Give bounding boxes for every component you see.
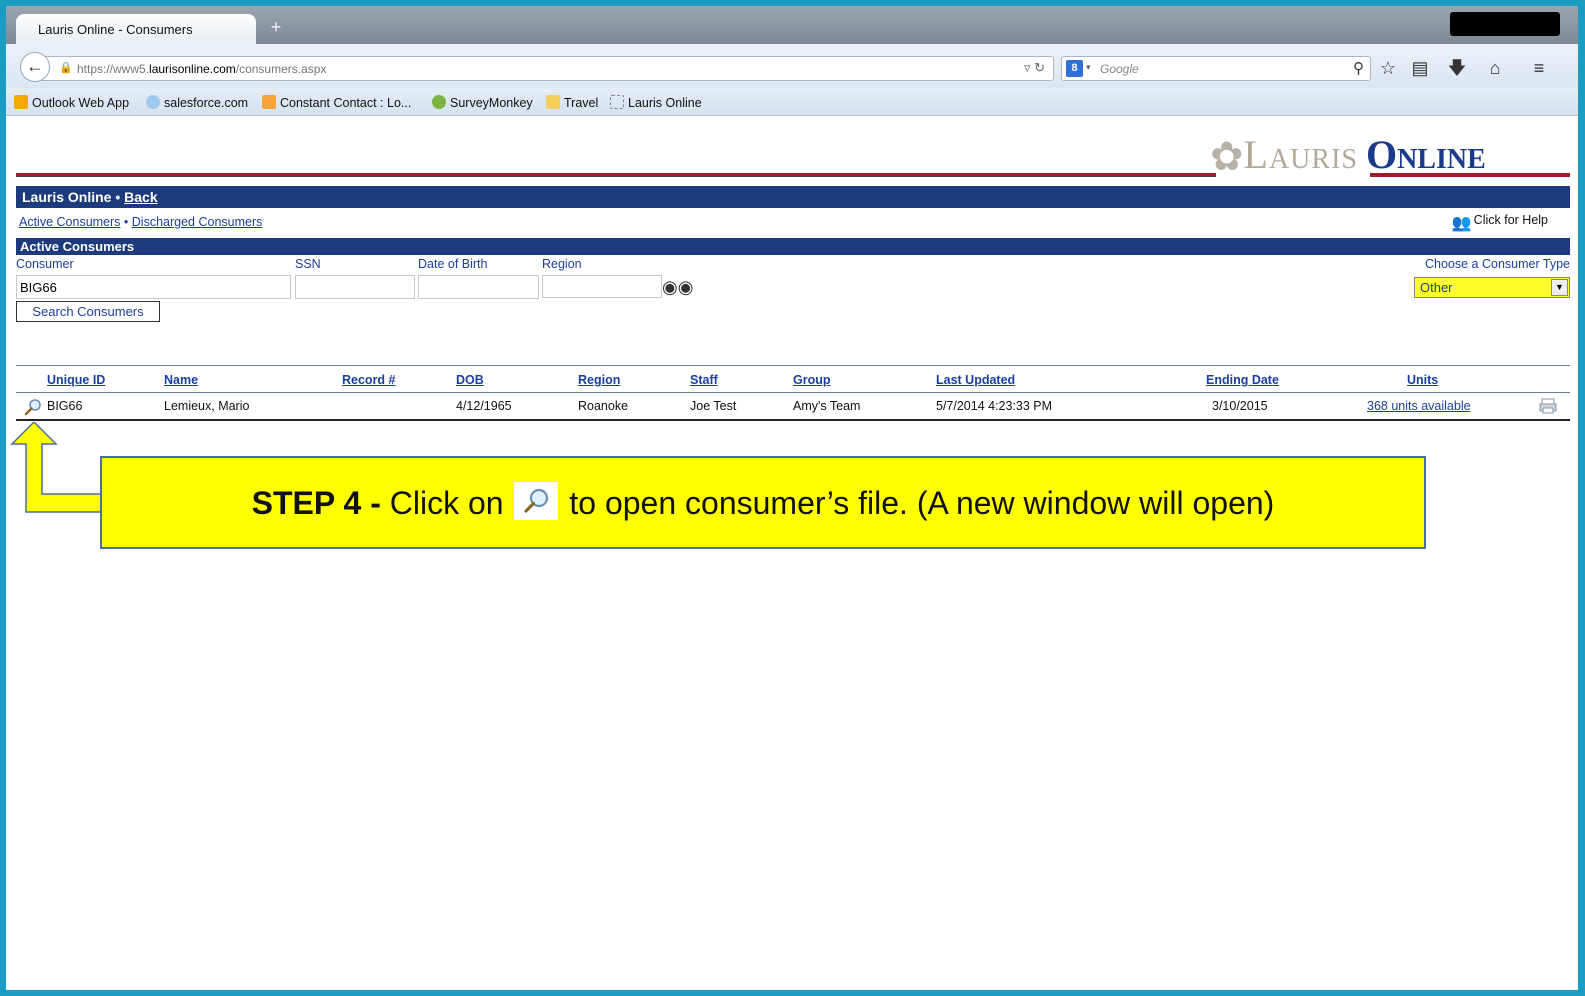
col-record[interactable]: Record # bbox=[342, 373, 396, 387]
bookmark-constant-contact[interactable]: Constant Contact : Lo... bbox=[262, 95, 411, 110]
chevron-down-icon[interactable]: ▾ bbox=[1086, 62, 1091, 73]
url-bar[interactable]: 🔒 https://www5.laurisonline.com/consumer… bbox=[40, 56, 1054, 81]
consumer-subnav: Active Consumers • Discharged Consumers bbox=[19, 215, 263, 229]
col-name[interactable]: Name bbox=[164, 373, 198, 387]
table-row-rule bbox=[16, 392, 1570, 393]
col-units[interactable]: Units bbox=[1407, 373, 1438, 387]
dob-label: Date of Birth bbox=[418, 257, 488, 271]
cell-last-updated: 5/7/2014 4:23:33 PM bbox=[936, 399, 1053, 413]
col-ending-date[interactable]: Ending Date bbox=[1206, 373, 1279, 387]
url-path: /consumers.aspx bbox=[235, 62, 327, 76]
bookmark-salesforce[interactable]: salesforce.com bbox=[146, 95, 248, 110]
surveymonkey-icon bbox=[432, 95, 446, 109]
table-header-rule bbox=[16, 365, 1570, 366]
cell-unique-id: BIG66 bbox=[47, 399, 83, 413]
bookmarks-toolbar: Outlook Web App salesforce.com Constant … bbox=[6, 88, 1578, 116]
menu-icon[interactable]: ≡ bbox=[1526, 55, 1552, 81]
page-content: ✿Lauris Online Lauris Online • Back Activ… bbox=[6, 117, 1578, 990]
redacted-area bbox=[1450, 12, 1560, 36]
constant-contact-icon bbox=[262, 95, 276, 109]
browser-tab-title: Lauris Online - Consumers bbox=[38, 22, 193, 37]
consumer-input[interactable]: BIG66 bbox=[16, 275, 291, 299]
instruction-callout: STEP 4 - Click on to open consumer’s fil… bbox=[100, 456, 1426, 549]
help-people-icon: 👥 bbox=[1451, 215, 1472, 232]
active-consumers-link[interactable]: Active Consumers bbox=[19, 215, 120, 229]
lock-icon: 🔒 bbox=[59, 62, 73, 74]
section-title: Active Consumers bbox=[16, 238, 1570, 255]
browser-tab[interactable]: Lauris Online - Consumers bbox=[16, 14, 256, 44]
consumer-label: Consumer bbox=[16, 257, 74, 271]
search-icon[interactable]: ⚲ bbox=[1353, 59, 1364, 77]
cell-group: Amy's Team bbox=[793, 399, 861, 413]
col-dob[interactable]: DOB bbox=[456, 373, 484, 387]
google-icon: 8 bbox=[1066, 60, 1083, 77]
help-button[interactable]: 👥 Click for Help bbox=[1451, 213, 1548, 232]
folder-icon bbox=[546, 95, 560, 109]
page-icon bbox=[610, 95, 624, 109]
col-region[interactable]: Region bbox=[578, 373, 620, 387]
star-icon[interactable]: ☆ bbox=[1375, 55, 1401, 81]
callout-arrow-icon bbox=[10, 422, 103, 513]
home-icon[interactable]: ⌂ bbox=[1482, 55, 1508, 81]
cell-dob: 4/12/1965 bbox=[456, 399, 512, 413]
col-staff[interactable]: Staff bbox=[690, 373, 718, 387]
new-tab-button[interactable]: + bbox=[264, 17, 288, 39]
cloud-icon bbox=[146, 95, 160, 109]
discharged-consumers-link[interactable]: Discharged Consumers bbox=[132, 215, 263, 229]
print-icon[interactable] bbox=[1539, 398, 1557, 414]
search-bar[interactable]: 8 ▾ Google ⚲ bbox=[1061, 56, 1371, 81]
download-icon[interactable]: 🡇 bbox=[1444, 55, 1470, 81]
bookmark-outlook[interactable]: Outlook Web App bbox=[14, 95, 129, 110]
magnifier-icon bbox=[514, 482, 559, 520]
back-link[interactable]: Back bbox=[124, 189, 157, 205]
url-prefix: https://www5. bbox=[77, 62, 150, 76]
chevron-down-icon[interactable]: ▼ bbox=[1551, 279, 1568, 296]
back-arrow-icon[interactable]: ← bbox=[20, 52, 50, 82]
col-unique-id[interactable]: Unique ID bbox=[47, 373, 105, 387]
outlook-icon bbox=[14, 95, 28, 109]
table-bottom-rule bbox=[16, 419, 1570, 421]
header-rule bbox=[16, 173, 1216, 177]
bookmark-surveymonkey[interactable]: SurveyMonkey bbox=[432, 95, 533, 110]
bookmark-lauris-online[interactable]: Lauris Online bbox=[610, 95, 702, 110]
cell-staff: Joe Test bbox=[690, 399, 737, 413]
top-nav-bar: Lauris Online • Back bbox=[16, 186, 1570, 208]
consumer-type-value: Other bbox=[1420, 280, 1453, 295]
consumer-type-select[interactable]: Other ▼ bbox=[1414, 277, 1570, 298]
bookmarks-list-icon[interactable]: ▤ bbox=[1407, 55, 1433, 81]
screen: Lauris Online - Consumers + 🔒 https://ww… bbox=[6, 6, 1578, 990]
search-consumers-button[interactable]: Search Consumers bbox=[16, 301, 160, 322]
lauris-logo: ✿Lauris Online bbox=[1210, 132, 1486, 179]
browser-tab-bar: Lauris Online - Consumers + bbox=[6, 6, 1578, 44]
header-rule-right bbox=[1370, 173, 1570, 177]
cell-region: Roanoke bbox=[578, 399, 629, 413]
bookmark-travel[interactable]: Travel bbox=[546, 95, 598, 110]
binoculars-icon[interactable]: ◉◉ bbox=[662, 277, 693, 298]
cell-name: Lemieux, Mario bbox=[164, 399, 250, 413]
browser-nav-bar: 🔒 https://www5.laurisonline.com/consumer… bbox=[6, 44, 1578, 88]
col-last-updated[interactable]: Last Updated bbox=[936, 373, 1015, 387]
dob-input[interactable] bbox=[418, 275, 539, 299]
callout-step: STEP 4 - bbox=[251, 485, 381, 521]
ssn-input[interactable] bbox=[295, 275, 415, 299]
ssn-label: SSN bbox=[295, 257, 321, 271]
consumer-type-label: Choose a Consumer Type bbox=[1425, 257, 1570, 271]
units-link[interactable]: 368 units available bbox=[1367, 399, 1471, 413]
region-input[interactable] bbox=[542, 275, 662, 298]
cell-ending-date: 3/10/2015 bbox=[1212, 399, 1268, 413]
reload-icon[interactable]: ▿ ↻ bbox=[1024, 60, 1045, 76]
magnifier-icon[interactable] bbox=[24, 398, 42, 416]
url-domain: laurisonline.com bbox=[149, 62, 236, 76]
search-engine-placeholder: Google bbox=[1100, 62, 1139, 76]
region-label: Region bbox=[542, 257, 582, 271]
col-group[interactable]: Group bbox=[793, 373, 831, 387]
topbar-title: Lauris Online bbox=[22, 189, 112, 205]
